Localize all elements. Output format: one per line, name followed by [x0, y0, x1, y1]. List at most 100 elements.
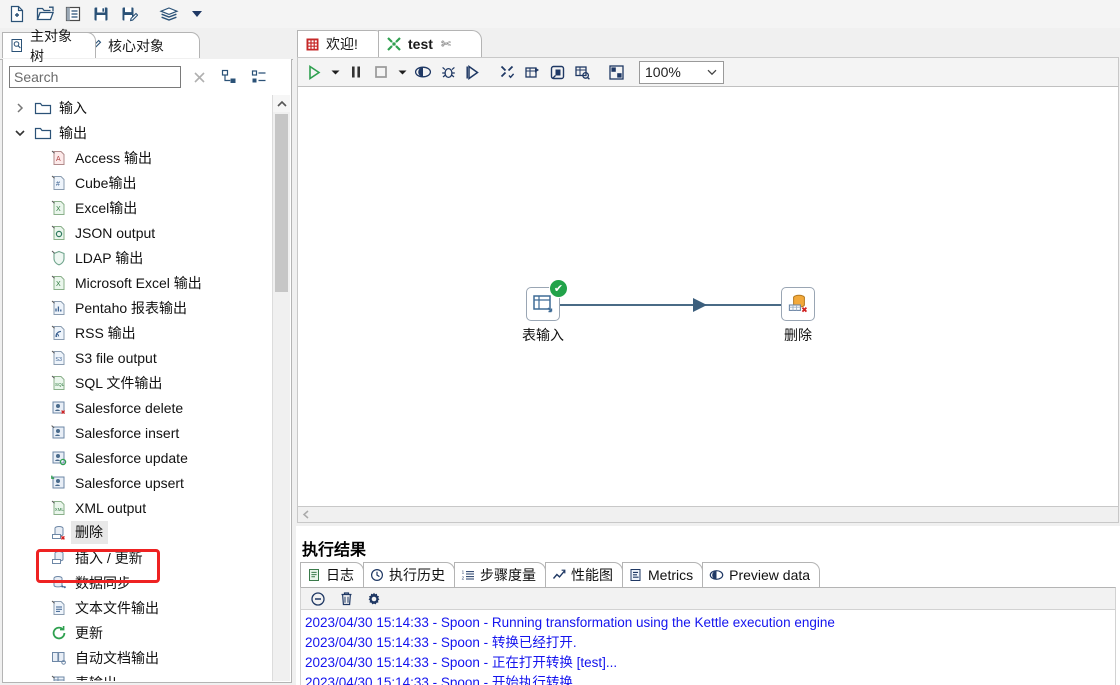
log-settings-icon[interactable] [363, 589, 385, 609]
tree-item-label: Pentaho 报表输出 [75, 299, 188, 316]
tree-item-auto-doc-output[interactable]: 自动文档输出 [3, 645, 274, 670]
tree-item-xml-output[interactable]: XML XML output [3, 495, 274, 520]
chevron-down-icon[interactable] [706, 66, 718, 78]
tree-item-json-output[interactable]: JSON output [3, 220, 274, 245]
tree-item-cube-output[interactable]: # Cube输出 [3, 170, 274, 195]
tree-item-label: 文本文件输出 [75, 599, 159, 616]
tree-item-salesforce-insert[interactable]: Salesforce insert [3, 420, 274, 445]
tree-item-s3-file-output[interactable]: S3 S3 file output [3, 345, 274, 370]
log-icon [307, 568, 321, 582]
new-file-icon[interactable] [4, 2, 30, 26]
object-tree[interactable]: 输入 输出 A Access 输出 # Cube输出 X Excel输出 JSO… [3, 95, 274, 681]
chevron-right-icon[interactable] [9, 102, 31, 114]
tree-item-ldap-output[interactable]: LDAP 输出 [3, 245, 274, 270]
canvas-node-label: 删除 [784, 327, 812, 343]
tree-item-sql-file-output[interactable]: SQL SQL 文件输出 [3, 370, 274, 395]
tab-metrics[interactable]: Metrics [622, 562, 704, 587]
log-output[interactable]: 2023/04/30 15:14:33 - Spoon - Running tr… [300, 610, 1116, 685]
tree-item-salesforce-update[interactable]: Salesforce update [3, 445, 274, 470]
tab-test[interactable]: test ✄ [378, 30, 482, 57]
zoom-select[interactable]: 100% [639, 60, 724, 84]
tree-item-label: Excel输出 [75, 199, 138, 216]
chevron-down-icon[interactable] [9, 127, 31, 139]
tree-item-salesforce-delete[interactable]: Salesforce delete [3, 395, 274, 420]
tree-vertical-scrollbar[interactable] [272, 95, 290, 681]
tree-item-delete[interactable]: 删除 [3, 520, 274, 545]
debug-icon[interactable] [436, 59, 460, 85]
canvas-node-table-input[interactable]: ✔ 表输入 [522, 279, 568, 343]
performance-graph-icon [552, 568, 566, 582]
tree-item-insert-update[interactable]: 插入 / 更新 [3, 545, 274, 570]
arrange-icon[interactable] [604, 59, 628, 85]
canvas-node-delete[interactable]: 删除 [781, 287, 815, 343]
tree-item-salesforce-upsert[interactable]: Salesforce upsert [3, 470, 274, 495]
save-as-icon[interactable] [116, 2, 142, 26]
canvas-node-label: 表输入 [522, 327, 564, 343]
layers-icon[interactable] [156, 2, 182, 26]
scrollbar-thumb[interactable] [275, 114, 288, 292]
replay-icon[interactable] [461, 59, 485, 85]
tree-item-table-output[interactable]: 表输出 [3, 670, 274, 681]
inspect-icon[interactable] [570, 59, 594, 85]
tab-execution-history[interactable]: 执行历史 [363, 562, 455, 587]
stop-icon[interactable] [369, 59, 393, 85]
pause-icon[interactable] [344, 59, 368, 85]
svg-text:1: 1 [462, 570, 465, 575]
tree-item-sync-data[interactable]: 数据同步 [3, 570, 274, 595]
tab-welcome[interactable]: 欢迎! [297, 30, 385, 57]
tree-item-label: Salesforce delete [75, 399, 184, 416]
canvas-toolbar: 100% [297, 57, 1119, 87]
rss-output-icon [47, 324, 71, 342]
collapse-tree-icon[interactable] [247, 66, 271, 88]
tree-item-excel-output[interactable]: X Excel输出 [3, 195, 274, 220]
tree-item-rss-output[interactable]: RSS 输出 [3, 320, 274, 345]
tab-core-objects[interactable]: 核心对象 [80, 32, 200, 58]
clear-x-icon[interactable] [187, 66, 211, 88]
tree-item-output[interactable]: 输出 [3, 120, 274, 145]
list-icon[interactable] [60, 2, 86, 26]
tree-item-label: Salesforce insert [75, 424, 180, 441]
spoon-window: 主对象树 核心对象 Search 输入 输出 A Access 输出 # Cub… [0, 0, 1120, 685]
log-toolbar [300, 587, 1116, 610]
show-sql-icon[interactable] [545, 59, 569, 85]
tree-item-access-output[interactable]: A Access 输出 [3, 145, 274, 170]
run-icon[interactable] [302, 59, 326, 85]
svg-text:A: A [56, 156, 61, 163]
transformation-canvas[interactable]: ✔ 表输入 删除 [297, 87, 1119, 509]
canvas-horizontal-scrollbar[interactable] [297, 506, 1119, 523]
svg-text:SQL: SQL [55, 382, 65, 387]
impact-analysis-icon[interactable] [520, 59, 544, 85]
tab-main-object-tree[interactable]: 主对象树 [2, 28, 96, 64]
run-dropdown-caret-icon[interactable] [327, 59, 343, 85]
clear-log-icon[interactable] [307, 589, 329, 609]
open-folder-icon[interactable] [32, 2, 58, 26]
stop-dropdown-caret-icon[interactable] [394, 59, 410, 85]
tab-metrics-label: Metrics [648, 567, 694, 583]
tab-log[interactable]: 日志 [300, 562, 364, 587]
save-icon[interactable] [88, 2, 114, 26]
tree-item-update[interactable]: 更新 [3, 620, 274, 645]
tab-performance-graph[interactable]: 性能图 [545, 562, 623, 587]
trash-icon[interactable] [335, 589, 357, 609]
tab-step-metrics[interactable]: 12 步骤度量 [454, 562, 546, 587]
transformation-settings-icon[interactable] [495, 59, 519, 85]
tab-test-label: test [408, 36, 433, 52]
hop-line[interactable] [560, 304, 794, 306]
tree-item-ms-excel-output[interactable]: X Microsoft Excel 输出 [3, 270, 274, 295]
close-icon[interactable]: ✄ [441, 37, 451, 51]
tree-item-label: 自动文档输出 [75, 649, 159, 666]
salesforce-upsert-icon [47, 474, 71, 492]
search-input[interactable] [9, 66, 181, 88]
dropdown-caret-icon[interactable] [184, 2, 210, 26]
left-panel: 主对象树 核心对象 Search 输入 输出 A Access 输出 # Cub… [0, 28, 293, 685]
tree-item-input[interactable]: 输入 [3, 95, 274, 120]
scroll-up-icon[interactable] [273, 95, 290, 112]
expand-tree-icon[interactable] [217, 66, 241, 88]
chevron-left-icon[interactable] [298, 509, 315, 520]
tab-preview-data[interactable]: Preview data [702, 562, 821, 587]
hop-arrow-icon [693, 298, 707, 312]
tree-item-text-file-output[interactable]: 文本文件输出 [3, 595, 274, 620]
tree-item-pentaho-report-output[interactable]: Pentaho 报表输出 [3, 295, 274, 320]
preview-icon[interactable] [411, 59, 435, 85]
zoom-value: 100% [645, 64, 681, 80]
